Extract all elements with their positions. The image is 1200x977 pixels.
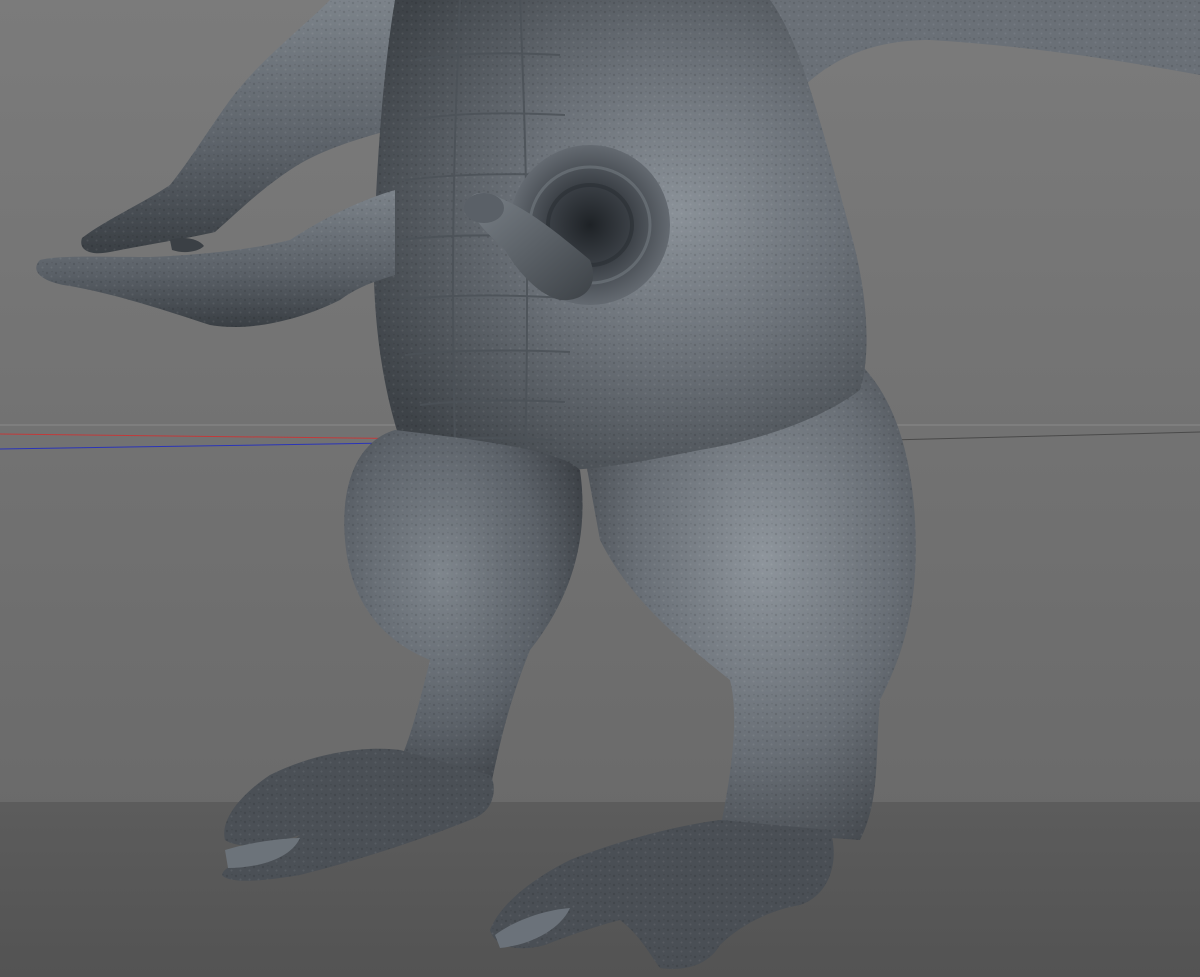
viewport-canvas[interactable] <box>0 0 1200 977</box>
3d-viewport[interactable] <box>0 0 1200 977</box>
